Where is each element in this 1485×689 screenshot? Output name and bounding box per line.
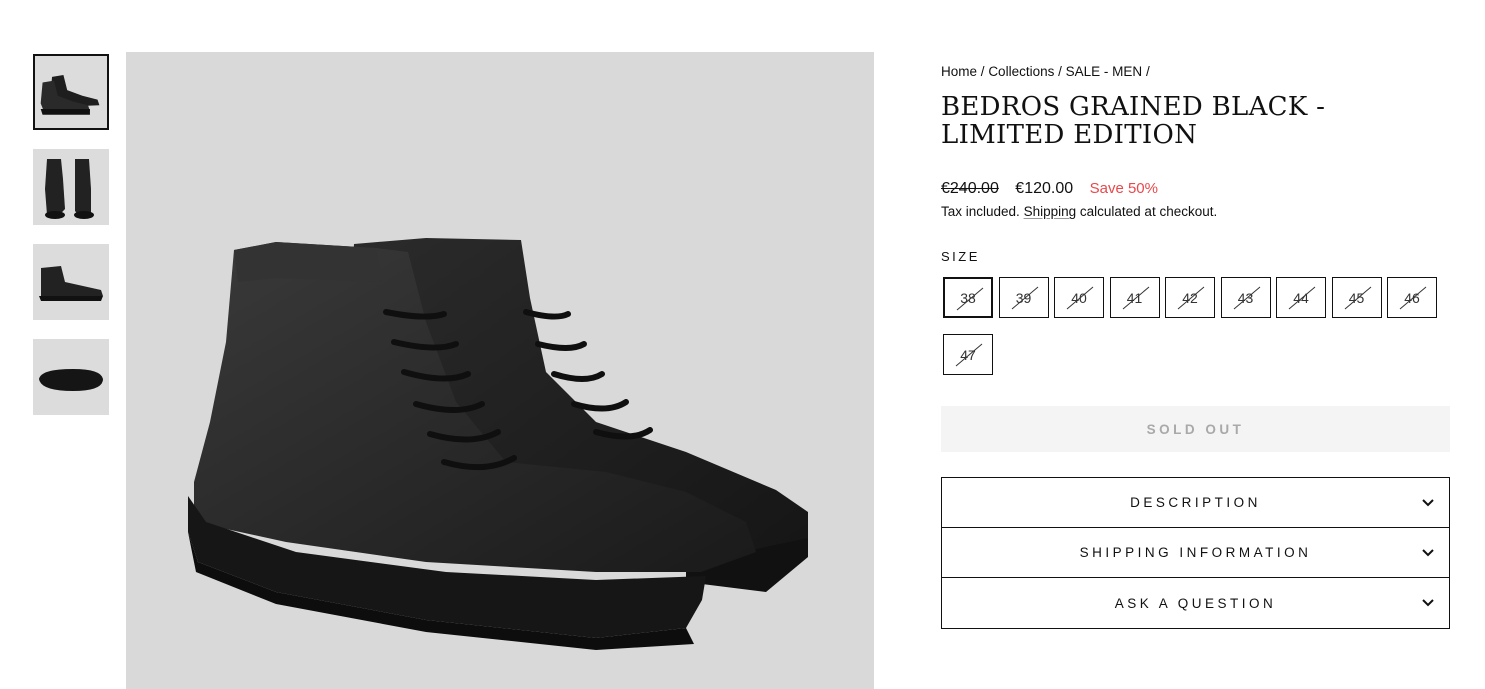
tax-note: Tax included. Shipping calculated at che…: [941, 203, 1450, 221]
high-top-sneaker-pair-image: [126, 52, 874, 689]
thumbnail-pair-front[interactable]: [33, 149, 109, 225]
unavailable-strike-icon: [955, 343, 983, 367]
accordion-label: ASK A QUESTION: [1114, 595, 1277, 611]
unavailable-strike-icon: [1399, 286, 1427, 310]
size-selector: 38 39 40 41 42 43 44 45 46 47: [941, 277, 1450, 391]
unavailable-strike-icon: [1233, 286, 1260, 310]
product-accordion: DESCRIPTION SHIPPING INFORMATION ASK A Q…: [941, 477, 1450, 629]
size-option[interactable]: 38: [943, 277, 993, 318]
size-option[interactable]: 44: [1276, 277, 1326, 318]
size-option[interactable]: 43: [1220, 277, 1271, 318]
shoe-single-side-image: [33, 244, 109, 320]
accordion-ask-a-question[interactable]: ASK A QUESTION: [942, 578, 1449, 628]
unavailable-strike-icon: [1122, 286, 1149, 310]
size-option[interactable]: 45: [1331, 277, 1382, 318]
size-option[interactable]: 42: [1165, 277, 1215, 318]
chevron-down-icon: [1422, 499, 1434, 507]
unavailable-strike-icon: [1177, 286, 1205, 310]
unavailable-strike-icon: [956, 287, 984, 311]
thumbnail-gallery: [33, 54, 109, 434]
unavailable-strike-icon: [1288, 286, 1316, 310]
size-option[interactable]: 47: [943, 334, 993, 375]
product-title: BEDROS GRAINED BLACK - LIMITED EDITION: [941, 92, 1326, 150]
sold-out-button[interactable]: SOLD OUT: [941, 406, 1450, 452]
accordion-description[interactable]: DESCRIPTION: [942, 478, 1449, 528]
size-option[interactable]: 39: [998, 277, 1049, 318]
price-row: €240.00 €120.00 Save 50%: [941, 179, 1450, 199]
accordion-shipping-information[interactable]: SHIPPING INFORMATION: [942, 528, 1449, 578]
unavailable-strike-icon: [1066, 286, 1094, 310]
shoe-pair-side-image: [35, 56, 107, 128]
thumbnail-sole[interactable]: [33, 339, 109, 415]
size-option[interactable]: 41: [1109, 277, 1160, 318]
size-option[interactable]: 46: [1387, 277, 1437, 318]
shipping-link[interactable]: Shipping: [1024, 204, 1077, 219]
chevron-down-icon: [1422, 549, 1434, 557]
breadcrumb-home[interactable]: Home: [941, 64, 977, 79]
tax-prefix: Tax included.: [941, 204, 1020, 219]
thumbnail-single-side[interactable]: [33, 244, 109, 320]
accordion-label: DESCRIPTION: [1130, 495, 1261, 510]
chevron-down-icon: [1422, 599, 1434, 607]
unavailable-strike-icon: [1011, 286, 1038, 310]
breadcrumb-sale-men[interactable]: SALE - MEN: [1066, 64, 1143, 79]
shoe-pair-front-image: [33, 149, 109, 225]
save-badge: Save 50%: [1089, 180, 1158, 197]
size-label: SIZE: [941, 249, 980, 264]
size-option[interactable]: 40: [1054, 277, 1104, 318]
unavailable-strike-icon: [1344, 286, 1371, 310]
tax-suffix: calculated at checkout.: [1079, 204, 1218, 219]
breadcrumb: Home / Collections / SALE - MEN /: [941, 64, 1450, 80]
breadcrumb-separator: /: [1145, 64, 1150, 79]
breadcrumb-collections[interactable]: Collections: [988, 64, 1054, 79]
product-info: Home / Collections / SALE - MEN / BEDROS…: [941, 64, 1450, 629]
sale-price: €120.00: [1015, 180, 1074, 197]
shoe-sole-image: [33, 339, 109, 415]
thumbnail-pair-side[interactable]: [33, 54, 109, 130]
main-product-image[interactable]: [126, 52, 874, 689]
accordion-label: SHIPPING INFORMATION: [1079, 545, 1312, 560]
original-price: €240.00: [941, 180, 999, 197]
breadcrumb-separator: /: [1058, 64, 1062, 79]
breadcrumb-separator: /: [980, 64, 985, 79]
